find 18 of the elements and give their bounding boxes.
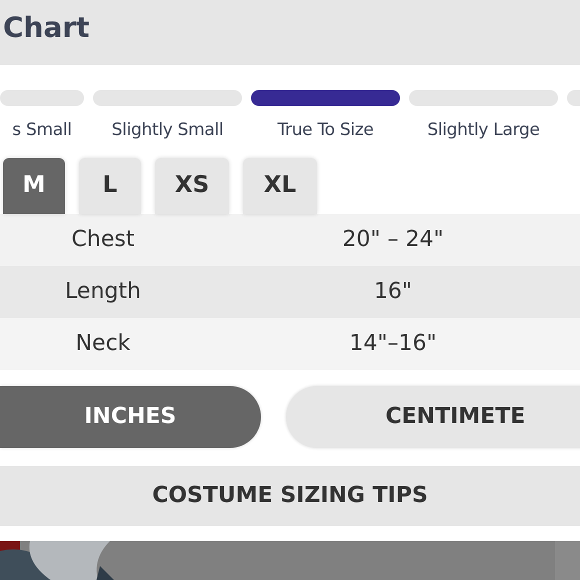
sizing-tips-button[interactable]: COSTUME SIZING TIPS xyxy=(0,466,580,526)
measurement-value: 16" xyxy=(372,278,414,306)
fit-scale-label: Slightly Large xyxy=(426,119,541,142)
size-tab[interactable]: L xyxy=(79,158,141,214)
header-title: Chart xyxy=(3,10,90,46)
measurement-value: 20" – 24" xyxy=(341,226,445,254)
fit-scale-label: True To Size xyxy=(276,119,375,142)
unit-button[interactable]: INCHES xyxy=(0,386,260,448)
measurement-value: 14"–16" xyxy=(348,330,438,358)
fit-scale-label: s Small xyxy=(11,119,73,142)
size-tab[interactable]: XL xyxy=(243,158,317,214)
unit-button[interactable]: CENTIMETE xyxy=(286,386,580,448)
measurement-name: Length xyxy=(64,278,142,306)
measurement-name: Chest xyxy=(70,226,136,254)
measurement-name: Neck xyxy=(74,330,132,358)
size-tab[interactable]: M xyxy=(3,158,65,214)
fit-scale-label: Slightly Small xyxy=(110,119,224,142)
size-tab[interactable]: XS xyxy=(155,158,229,214)
